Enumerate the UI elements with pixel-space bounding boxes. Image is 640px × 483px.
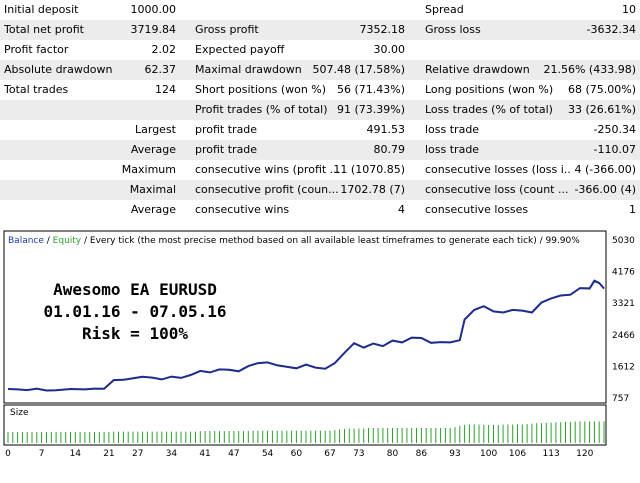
report-row: Average profit trade 80.79 loss trade -110.0…: [0, 140, 640, 160]
value-col3: 68 (75.00%): [567, 83, 636, 96]
value-col2: 4: [398, 203, 405, 216]
report-row: Maximum consecutive wins (profit ... 11 (1…: [0, 160, 640, 180]
report-row: Total net profit 3719.84 Gross profit 7352.…: [0, 20, 640, 40]
value-col3: 21.56% (433.98): [543, 63, 636, 76]
x-tick-label: 73: [353, 449, 364, 459]
annotation-line-3: Risk = 100%: [82, 324, 188, 343]
value-col1: Maximal: [129, 183, 176, 196]
value-col1: 3719.84: [130, 23, 177, 36]
x-tick-label: 93: [449, 449, 460, 459]
value-col1: Average: [130, 143, 176, 156]
value-col1: 1000.00: [130, 3, 177, 16]
x-tick-label: 47: [228, 449, 239, 459]
report-row: Initial deposit 1000.00 Spread 10: [0, 0, 640, 20]
value-col2: [305, 0, 405, 20]
value-col1: [100, 100, 176, 120]
value-col3: -366.00 (4): [574, 183, 636, 196]
report-row: Profit trades (% of total) 91 (73.39%) Los…: [0, 100, 640, 120]
report-row: Absolute drawdown 62.37 Maximal drawdown 50…: [0, 60, 640, 80]
value-col3: -250.34: [593, 123, 636, 136]
x-tick-label: 86: [416, 449, 428, 459]
x-tick-label: 113: [543, 449, 560, 459]
x-tick-label: 27: [132, 449, 143, 459]
legend-separator: /: [44, 236, 53, 246]
x-tick-label: 60: [291, 449, 303, 459]
x-tick-label: 14: [70, 449, 82, 459]
value-col2: 30.00: [373, 43, 406, 56]
value-col1: 124: [155, 83, 176, 96]
value-col3: 33 (26.61%): [567, 103, 636, 116]
x-tick-label: 54: [262, 449, 274, 459]
y-tick-label: 4176: [612, 268, 635, 278]
value-col1: Maximum: [121, 163, 176, 176]
x-tick-label: 106: [509, 449, 526, 459]
value-col2: 11 (1070.85): [333, 163, 405, 176]
value-col1: 2.02: [151, 43, 177, 56]
x-tick-label: 120: [576, 449, 593, 459]
report-row: Total trades 124 Short positions (won %) 56…: [0, 80, 640, 100]
value-col2: 56 (71.43%): [336, 83, 405, 96]
x-tick-label: 34: [166, 449, 178, 459]
y-tick-label: 757: [612, 394, 629, 404]
x-axis-ticks: 0 7 14 21 27 34 41 47 54 60 67 73 80 86 93 100 106 113 120: [5, 449, 593, 459]
value-col2: 491.53: [366, 123, 406, 136]
value-col3: [520, 40, 636, 60]
report-row: Profit factor 2.02 Expected payoff 30.00: [0, 40, 640, 60]
value-col2: 507.48 (17.58%): [312, 63, 405, 76]
value-col3: 10: [622, 3, 636, 16]
y-tick-label: 3321: [612, 299, 635, 309]
x-tick-label: 80: [387, 449, 399, 459]
value-col2: 7352.18: [359, 23, 406, 36]
x-tick-label: 7: [39, 449, 45, 459]
chart-legend: Balance / Equity / Every tick (the most …: [8, 236, 580, 246]
value-col2: 1702.78 (7): [340, 183, 405, 196]
y-tick-label: 1612: [612, 362, 635, 372]
report-row: Average consecutive wins 4 consecutive loss…: [0, 200, 640, 220]
value-col2: 91 (73.39%): [336, 103, 405, 116]
y-tick-label: 2466: [612, 331, 635, 341]
x-tick-label: 21: [103, 449, 114, 459]
report-row: Maximal consecutive profit (coun... 1702.7…: [0, 180, 640, 200]
balance-chart: Balance / Equity / Every tick (the most …: [0, 228, 640, 480]
legend-equity: Equity: [53, 236, 82, 246]
y-axis-ticks: 5030 4176 3321 2466 1612 757: [612, 236, 635, 404]
x-tick-label: 100: [480, 449, 497, 459]
legend-balance: Balance: [8, 236, 44, 246]
value-col3: 1: [629, 203, 636, 216]
size-label: Size: [10, 408, 29, 418]
value-col1: Average: [130, 203, 176, 216]
legend-description: / Every tick (the most precise method ba…: [81, 236, 580, 246]
value-col3: -3632.34: [586, 23, 636, 36]
chart-svg: Balance / Equity / Every tick (the most …: [3, 230, 635, 459]
value-col3: 4 (-366.00): [574, 163, 636, 176]
value-col1: 62.37: [144, 63, 177, 76]
x-tick-label: 41: [199, 449, 210, 459]
value-col2: 80.79: [373, 143, 406, 156]
y-tick-label: 5030: [612, 236, 635, 246]
value-col3: -110.07: [593, 143, 636, 156]
annotation-line-1: Awesomo EA EURUSD: [53, 280, 217, 299]
x-tick-label: 0: [5, 449, 11, 459]
report-row: Largest profit trade 491.53 loss trade -250.…: [0, 120, 640, 140]
value-col1: Largest: [135, 123, 176, 136]
x-tick-label: 67: [324, 449, 335, 459]
annotation-line-2: 01.01.16 - 07.05.16: [43, 302, 226, 321]
